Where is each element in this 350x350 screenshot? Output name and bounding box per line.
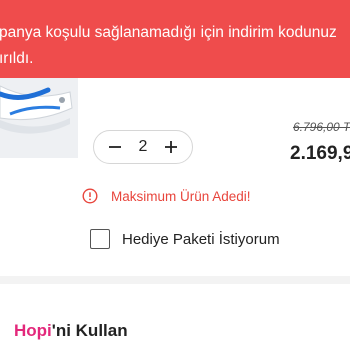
quantity-stepper: 2 <box>93 130 193 164</box>
hopi-title-rest: 'ni Kullan <box>51 321 128 340</box>
section-divider <box>0 276 350 284</box>
hopi-section-title: Hopi'ni Kullan <box>14 321 128 341</box>
old-price: 6.796,00 T <box>293 120 350 134</box>
error-alert-banner: panya koşulu sağlanamadığı için indirim … <box>0 0 350 78</box>
quantity-value: 2 <box>138 138 148 155</box>
hopi-brand-text: Hopi <box>14 321 52 340</box>
product-image[interactable] <box>0 78 78 158</box>
gift-wrap-label: Hediye Paketi İstiyorum <box>122 230 280 248</box>
warning-text: Maksimum Ürün Adedi! <box>111 188 251 204</box>
increase-quantity-button[interactable] <box>160 136 182 158</box>
alert-text-line-1: panya koşulu sağlanamadığı için indirim … <box>0 24 337 41</box>
minus-icon <box>109 146 121 148</box>
gift-wrap-option[interactable]: Hediye Paketi İstiyorum <box>90 229 280 249</box>
alert-text-line-2: ırıldı. <box>0 50 34 67</box>
gift-wrap-checkbox[interactable] <box>90 229 110 249</box>
alert-circle-icon <box>82 188 98 204</box>
sneaker-image <box>0 78 78 158</box>
max-quantity-warning: Maksimum Ürün Adedi! <box>82 188 251 204</box>
decrease-quantity-button[interactable] <box>104 136 126 158</box>
plus-icon <box>165 141 177 153</box>
current-price: 2.169,9 <box>290 143 350 164</box>
